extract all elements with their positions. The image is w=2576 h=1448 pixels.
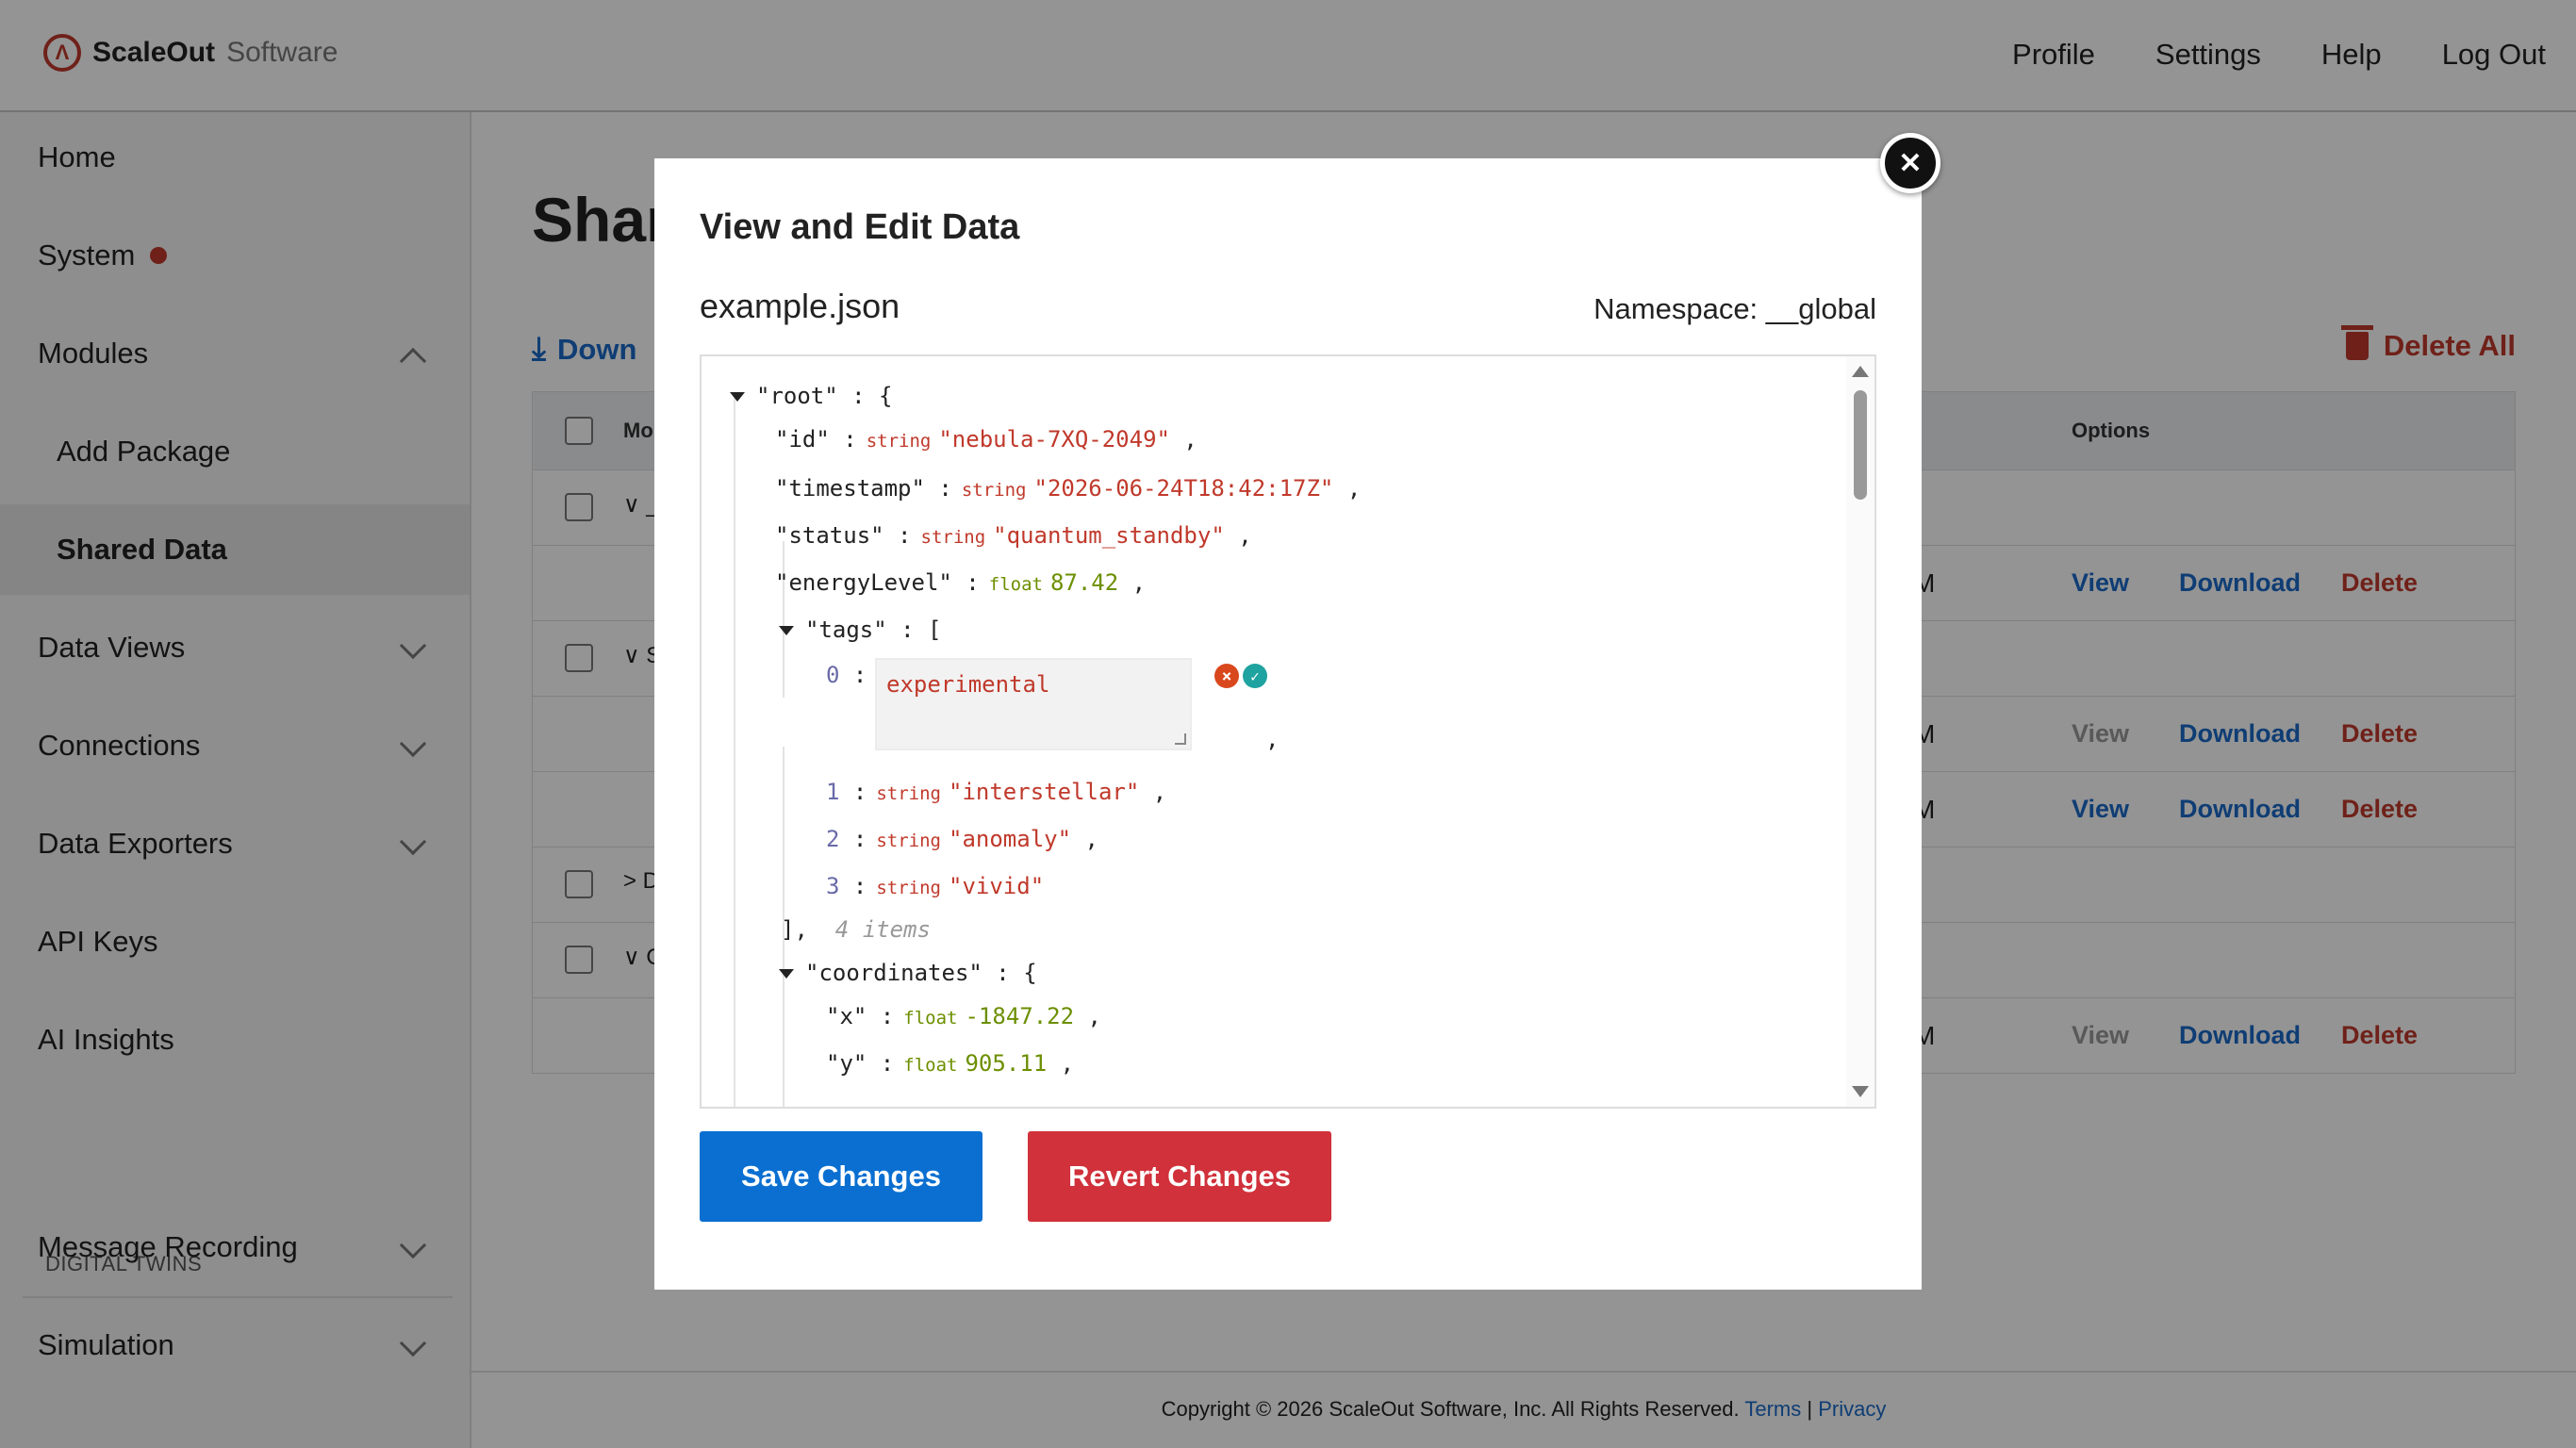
json-line-x: "x" : float -1847.22 , [826, 1003, 1101, 1029]
json-editor[interactable]: "root" : { "id" : string "nebula-7XQ-204… [700, 354, 1876, 1109]
json-type-label: string [876, 831, 941, 851]
json-punct: ], [781, 916, 835, 943]
json-punct: , [1071, 826, 1098, 852]
json-punct: , [1265, 726, 1279, 752]
json-line-energy: "energyLevel" : float 87.42 , [775, 569, 1146, 596]
close-icon[interactable]: ✕ [1880, 133, 1940, 193]
json-index: 1 [826, 779, 840, 805]
json-punct: : [ [886, 617, 942, 643]
collapse-toggle-icon[interactable] [779, 626, 794, 635]
json-punct: , [1118, 569, 1147, 596]
modal-filename: example.json [700, 287, 900, 325]
json-line-status: "status" : string "quantum_standby" , [775, 522, 1252, 549]
modal-title: View and Edit Data [700, 207, 1020, 247]
json-type-label: string [920, 527, 986, 548]
json-key[interactable]: "timestamp" [775, 475, 925, 502]
json-punct: , [1224, 522, 1252, 549]
tag-edit-textarea[interactable]: experimental [875, 658, 1192, 750]
json-type-label: float [903, 1055, 958, 1076]
save-changes-button[interactable]: Save Changes [700, 1131, 983, 1222]
json-index: 0 [826, 662, 840, 688]
json-line-tag3: 3 : string "vivid" [826, 873, 1044, 899]
json-line-timestamp: "timestamp" : string "2026-06-24T18:42:1… [775, 475, 1361, 502]
json-punct: : [829, 426, 857, 452]
cancel-edit-icon[interactable]: × [1214, 664, 1239, 688]
json-key[interactable]: "root" [756, 383, 838, 409]
json-punct: : [883, 522, 912, 549]
revert-changes-button[interactable]: Revert Changes [1028, 1131, 1331, 1222]
json-type-label: string [876, 783, 941, 804]
json-punct: , [1169, 426, 1197, 452]
json-punct: , [1333, 475, 1362, 502]
json-item-count: 4 items [834, 916, 931, 943]
json-key[interactable]: "energyLevel" [775, 569, 952, 596]
json-punct: , [1139, 779, 1167, 805]
confirm-edit-icon[interactable]: ✓ [1243, 664, 1267, 688]
json-line-coordinates: "coordinates" : { [779, 960, 1037, 986]
scroll-down-icon[interactable] [1852, 1086, 1869, 1097]
json-punct: : [951, 569, 980, 596]
json-line-tags: "tags" : [ [779, 617, 942, 643]
json-key[interactable]: "y" [826, 1050, 867, 1077]
json-type-label: string [961, 480, 1027, 501]
json-type-label: string [866, 431, 932, 452]
json-value[interactable]: "quantum_standby" [993, 522, 1225, 549]
json-line-tag1: 1 : string "interstellar" , [826, 779, 1166, 805]
json-type-label: float [988, 574, 1043, 595]
json-punct: : [924, 475, 952, 502]
json-punct: : [867, 1003, 895, 1029]
collapse-toggle-icon[interactable] [779, 969, 794, 979]
json-punct: , [1074, 1003, 1101, 1029]
json-key[interactable]: "tags" [805, 617, 887, 643]
json-type-label: float [903, 1008, 958, 1028]
json-value[interactable]: -1847.22 [965, 1003, 1074, 1029]
json-punct: : [839, 826, 867, 852]
json-comma: , [1265, 726, 1280, 752]
json-key[interactable]: "id" [775, 426, 830, 452]
json-key[interactable]: "status" [775, 522, 884, 549]
json-punct: : [839, 779, 867, 805]
json-line-root: "root" : { [730, 383, 893, 409]
json-punct: : [867, 1050, 895, 1077]
json-index: 3 [826, 873, 840, 899]
indent-guide [734, 394, 735, 1107]
json-line-tag2: 2 : string "anomaly" , [826, 826, 1098, 852]
json-punct: , [1047, 1050, 1075, 1077]
json-punct: : { [982, 960, 1037, 986]
edit-data-modal: View and Edit Data example.json Namespac… [654, 158, 1922, 1290]
json-index: 2 [826, 826, 840, 852]
json-value[interactable]: "anomaly" [949, 826, 1071, 852]
json-key[interactable]: "coordinates" [805, 960, 983, 986]
json-line-id: "id" : string "nebula-7XQ-2049" , [775, 426, 1197, 452]
scroll-thumb[interactable] [1854, 390, 1867, 500]
json-value[interactable]: 87.42 [1050, 569, 1118, 596]
editor-scrollbar[interactable] [1846, 356, 1874, 1107]
json-line-tags-close: ], 4 items [781, 916, 931, 943]
json-value[interactable]: 905.11 [965, 1050, 1047, 1077]
json-punct: : { [837, 383, 893, 409]
collapse-toggle-icon[interactable] [730, 392, 745, 402]
json-line-y: "y" : float 905.11 , [826, 1050, 1074, 1077]
json-punct: : [839, 873, 867, 899]
json-value[interactable]: "2026-06-24T18:42:17Z" [1034, 475, 1334, 502]
json-type-label: string [876, 878, 941, 898]
json-key[interactable]: "x" [826, 1003, 867, 1029]
json-value[interactable]: "interstellar" [949, 779, 1139, 805]
scroll-up-icon[interactable] [1852, 366, 1869, 377]
json-value[interactable]: "vivid" [949, 873, 1044, 899]
json-punct: : [839, 662, 867, 688]
modal-namespace: Namespace: __global [1593, 292, 1876, 325]
json-value[interactable]: "nebula-7XQ-2049" [938, 426, 1170, 452]
json-line-tag0: 0 : [826, 662, 867, 688]
